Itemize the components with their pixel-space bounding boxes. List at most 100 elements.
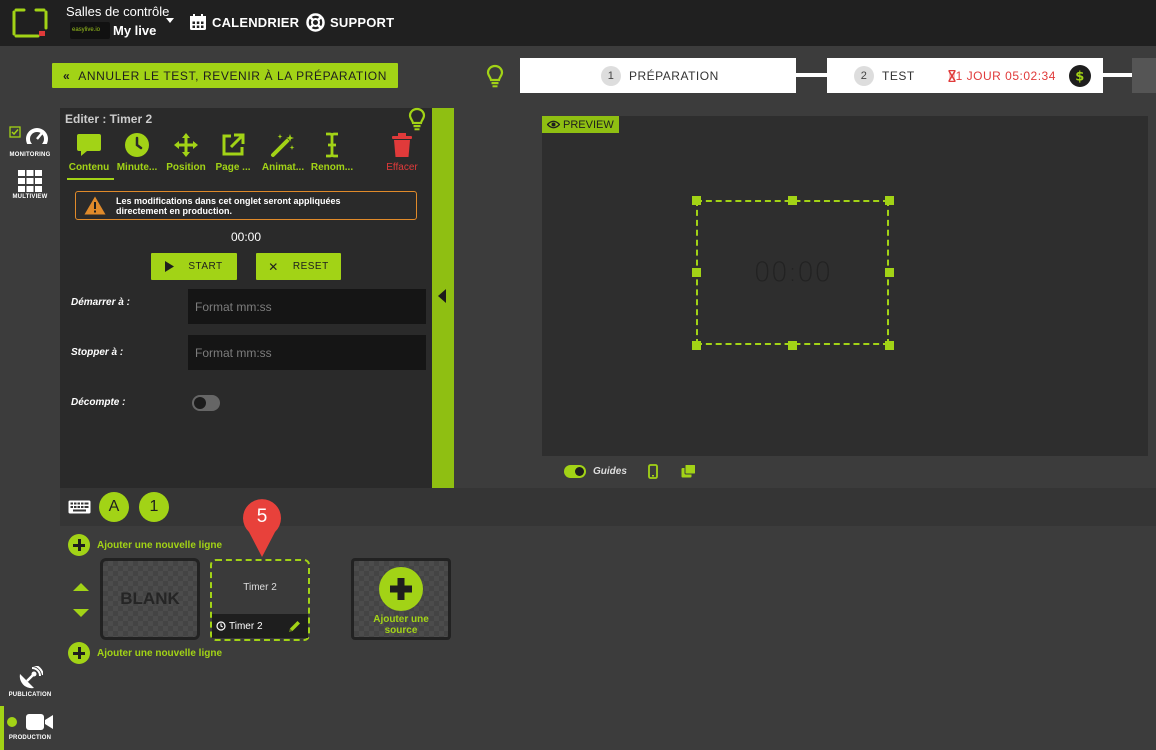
step-next[interactable] (1132, 58, 1156, 93)
preview-tag: PREVIEW (542, 116, 619, 133)
app-logo-icon[interactable] (10, 6, 50, 40)
resize-handle[interactable] (885, 341, 894, 350)
tab-position[interactable]: Position (159, 132, 213, 173)
lightbulb-icon[interactable] (486, 64, 504, 88)
gauge-icon (23, 126, 51, 150)
start-label: START (188, 261, 223, 272)
resize-handle[interactable] (692, 196, 701, 205)
step-connector (796, 73, 828, 77)
pencil-icon[interactable] (287, 619, 302, 634)
chevron-down-icon[interactable] (166, 18, 174, 23)
top-bar (0, 0, 1156, 46)
move-down-icon[interactable] (73, 609, 89, 617)
support-label: SUPPORT (330, 14, 395, 30)
tab-rename[interactable]: Renom... (305, 132, 359, 173)
tab-animation[interactable]: Animat... (256, 132, 310, 173)
warning-icon (84, 196, 106, 215)
trash-icon (389, 132, 415, 158)
rail-monitoring[interactable]: MONITORING (0, 126, 60, 158)
start-button[interactable]: START (151, 253, 237, 280)
external-link-icon (220, 132, 246, 158)
tab-label: Minute... (116, 162, 158, 173)
calendar-link[interactable]: CALENDRIER (189, 12, 299, 32)
step-label: TEST (882, 68, 915, 83)
layer-1-button[interactable]: 1 (139, 492, 169, 522)
delete-button[interactable]: Effacer (375, 132, 429, 173)
resize-handle[interactable] (788, 196, 797, 205)
tab-minuteur[interactable]: Minute... (110, 132, 164, 173)
blank-source-card[interactable]: BLANK (100, 558, 200, 640)
move-arrows-icon (173, 132, 199, 158)
layers-copy-icon[interactable] (681, 464, 696, 478)
clock-icon (216, 621, 226, 631)
rail-label: MULTIVIEW (12, 194, 48, 200)
add-line-label: Ajouter une nouvelle ligne (97, 647, 223, 659)
rail-multiview[interactable]: MULTIVIEW (0, 170, 60, 200)
stop-at-input[interactable] (188, 335, 426, 370)
speech-bubble-icon (76, 132, 102, 158)
keyboard-icon[interactable] (68, 500, 91, 514)
eye-icon (547, 120, 560, 129)
resize-handle[interactable] (885, 268, 894, 277)
resize-handle[interactable] (692, 341, 701, 350)
rail-production[interactable]: PRODUCTION (0, 712, 60, 741)
play-icon (165, 261, 175, 272)
add-source-card[interactable]: Ajouter une source (351, 558, 451, 640)
live-name[interactable]: My live (113, 23, 156, 38)
rail-label: MONITORING (9, 152, 51, 158)
calendar-label: CALENDRIER (212, 14, 300, 30)
add-line-bottom-button[interactable]: Ajouter une nouvelle ligne (68, 642, 222, 664)
stop-at-label: Stopper à : (71, 347, 124, 358)
tab-content[interactable]: Contenu (62, 132, 116, 173)
start-at-input[interactable] (188, 289, 426, 324)
hourglass-icon (948, 69, 956, 82)
warning-text: Les modifications dans cet onglet seront… (116, 195, 341, 216)
step-test[interactable]: 2 TEST 1 JOUR 05:02:34 $ (827, 58, 1103, 93)
add-source-label: Ajouter une source (373, 614, 429, 636)
tab-label: Animat... (261, 162, 305, 173)
rail-publication[interactable]: PUBLICATION (0, 666, 60, 698)
svg-text:$: $ (1075, 69, 1085, 84)
active-tab-indicator (67, 178, 114, 180)
left-rail (0, 108, 60, 750)
step-number: 2 (854, 65, 874, 86)
add-line-top-button[interactable]: Ajouter une nouvelle ligne (68, 534, 222, 556)
clock-icon (124, 132, 150, 158)
preview-label: PREVIEW (563, 118, 614, 131)
reset-button[interactable]: ✕ RESET (256, 253, 341, 280)
tab-label: Position (166, 162, 206, 173)
move-up-icon[interactable] (73, 583, 89, 591)
timer-overlay[interactable]: 00:00 (696, 200, 889, 345)
cancel-test-button[interactable]: « ANNULER LE TEST, REVENIR À LA PRÉPARAT… (52, 63, 398, 88)
checkbox-checked-icon (9, 126, 21, 138)
resize-handle[interactable] (788, 341, 797, 350)
resize-handle[interactable] (692, 268, 701, 277)
step-number: 1 (601, 65, 621, 86)
step-preparation[interactable]: 1 PRÉPARATION (520, 58, 796, 93)
toggle-knob (194, 397, 206, 409)
guides-label: Guides (593, 466, 627, 477)
control-rooms-label[interactable]: Salles de contrôle (66, 4, 169, 19)
step-label: PRÉPARATION (629, 68, 719, 83)
support-link[interactable]: SUPPORT (306, 12, 394, 32)
plus-circle-icon (379, 567, 423, 611)
resize-handle[interactable] (885, 196, 894, 205)
add-line-label: Ajouter une nouvelle ligne (97, 539, 223, 551)
timer-value: 00:00 (230, 230, 262, 244)
timer-card-title: Timer 2 (243, 582, 277, 593)
video-camera-icon (26, 712, 54, 732)
caret-left-icon[interactable] (438, 289, 446, 303)
text-cursor-icon (319, 132, 345, 158)
countdown-label: Décompte : (71, 397, 126, 408)
step-marker-number: 5 (256, 506, 268, 527)
lightbulb-icon[interactable] (408, 107, 426, 131)
countdown-text: 1 JOUR 05:02:34 (955, 68, 1056, 83)
satellite-dish-icon (17, 666, 43, 690)
plus-circle-icon (68, 642, 90, 664)
tab-page[interactable]: Page ... (206, 132, 260, 173)
mobile-icon[interactable] (648, 464, 658, 479)
grid-icon (18, 170, 42, 192)
start-at-label: Démarrer à : (71, 297, 130, 308)
dollar-icon[interactable]: $ (1068, 64, 1091, 87)
layer-a-button[interactable]: A (99, 492, 129, 522)
